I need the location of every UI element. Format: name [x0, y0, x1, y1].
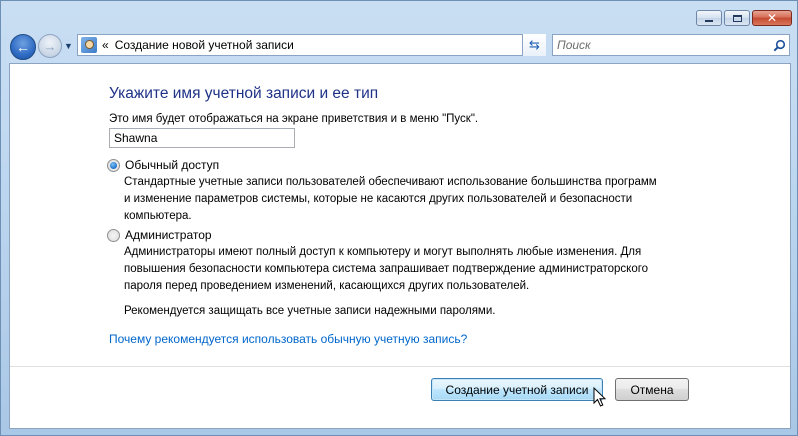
close-icon: ✕ — [766, 11, 778, 25]
why-standard-account-link[interactable]: Почему рекомендуется использовать обычну… — [109, 332, 467, 346]
page-title: Укажите имя учетной записи и ее тип — [109, 85, 379, 102]
maximize-icon — [732, 14, 742, 22]
search-input[interactable] — [557, 36, 769, 54]
cancel-button[interactable]: Отмена — [615, 378, 689, 401]
minimize-icon — [705, 19, 713, 22]
name-hint: Это имя будет отображаться на экране при… — [109, 113, 479, 125]
radio-standard-user-button[interactable] — [107, 158, 120, 172]
back-arrow-icon: ← — [16, 39, 30, 55]
create-account-button[interactable]: Создание учетной записи — [431, 378, 603, 401]
radio-standard-user-label[interactable]: Обычный доступ — [125, 158, 219, 172]
mouse-cursor-icon — [593, 387, 607, 407]
description-line: Стандартные учетные записи пользователей… — [124, 176, 657, 188]
caption-buttons: ✕ — [696, 10, 792, 26]
radio-administrator-button[interactable] — [107, 228, 120, 242]
forward-button[interactable]: → — [38, 34, 62, 58]
standard-user-description: Стандартные учетные записи пользователей… — [124, 174, 657, 225]
refresh-icon: ⇆ — [529, 37, 540, 52]
search-box[interactable] — [552, 34, 790, 56]
footer-divider — [10, 366, 790, 367]
refresh-button[interactable]: ⇆ — [522, 34, 546, 56]
close-button[interactable]: ✕ — [752, 10, 792, 26]
breadcrumb-current[interactable]: Создание новой учетной записи — [115, 38, 526, 52]
window-frame: ✕ ← → ▼ « Создание новой учетной записи … — [0, 0, 798, 436]
description-line: Администраторы имеют полный доступ к ком… — [124, 246, 642, 258]
radio-standard-user[interactable]: Обычный доступ — [107, 158, 219, 172]
content-panel: Укажите имя учетной записи и ее тип Это … — [9, 63, 791, 429]
account-name-input[interactable] — [109, 128, 295, 148]
radio-administrator-label[interactable]: Администратор — [125, 228, 212, 242]
minimize-button[interactable] — [696, 10, 722, 26]
description-line: пароля перед проведением изменений, каса… — [124, 280, 530, 292]
back-button[interactable]: ← — [10, 34, 36, 60]
breadcrumb-chevron-icon[interactable]: « — [102, 38, 109, 52]
address-bar[interactable]: « Создание новой учетной записи ▼ — [77, 34, 546, 56]
description-line: и изменение параметров системы, которые … — [124, 193, 633, 205]
maximize-button[interactable] — [724, 10, 750, 26]
search-icon[interactable] — [769, 39, 789, 52]
radio-administrator[interactable]: Администратор — [107, 228, 212, 242]
description-line: повышения безопасности компьютера систем… — [124, 263, 649, 275]
user-accounts-icon — [81, 37, 97, 53]
password-recommendation: Рекомендуется защищать все учетные запис… — [124, 305, 496, 317]
administrator-description: Администраторы имеют полный доступ к ком… — [124, 244, 648, 295]
forward-arrow-icon: → — [43, 38, 57, 54]
recent-pages-dropdown[interactable]: ▼ — [64, 41, 73, 51]
description-line: компьютера. — [124, 210, 192, 222]
